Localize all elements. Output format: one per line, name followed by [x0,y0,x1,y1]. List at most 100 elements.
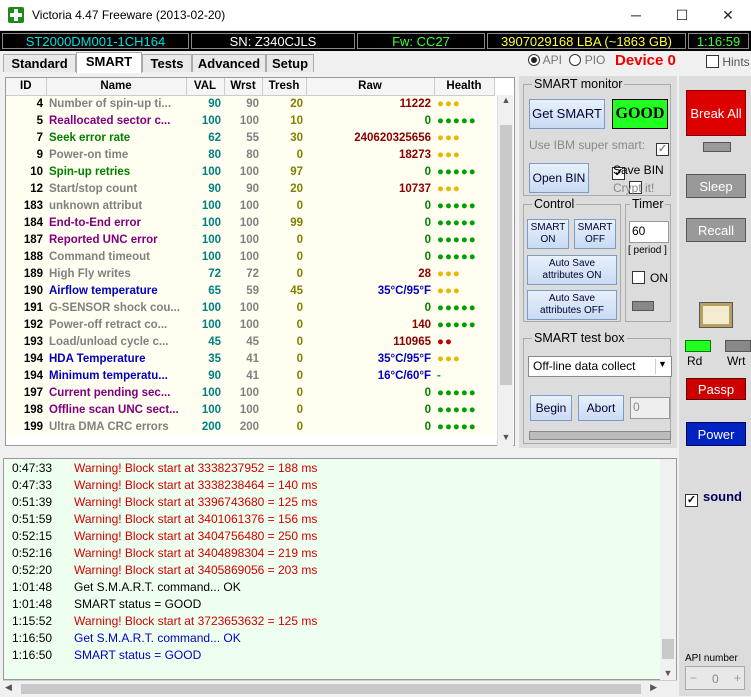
row-tresh: 0 [262,384,306,401]
table-row[interactable]: 194 Minimum temperatu... 90 41 0 16°C/60°F - [6,367,494,384]
row-tresh: 0 [262,350,306,367]
table-row[interactable]: 198 Offline scan UNC sect... 100 100 0 0 ●●●●● [6,401,494,418]
control-group: Control SMART ON SMART OFF Auto Save att… [523,197,621,322]
table-row[interactable]: 197 Current pending sec... 100 100 0 0 ●●●●● [6,384,494,401]
abort-button[interactable]: Abort [578,395,624,421]
table-row[interactable]: 183 unknown attribut 100 100 0 0 ●●●●● [6,197,494,214]
hints-toggle[interactable]: Hints [706,55,750,69]
table-row[interactable]: 189 High Fly writes 72 72 0 28 ●●● [6,265,494,282]
row-tresh: 0 [262,197,306,214]
log-message: Warning! Block start at 3338237952 = 188… [74,461,318,475]
log-entry: 0:52:16 Warning! Block start at 340489830… [12,546,317,563]
test-type-select[interactable]: Off-line data collect ▼ [528,356,672,377]
table-row[interactable]: 192 Power-off retract co... 100 100 0 140 ●●●●… [6,316,494,333]
row-tresh: 20 [262,180,306,197]
log-time: 1:16:50 [12,648,53,662]
smart-off-button[interactable]: SMART OFF [574,219,616,249]
close-button[interactable]: ✕ [705,0,751,31]
window-title: Victoria 4.47 Freeware (2013-02-20) [32,8,226,22]
api-number-stepper[interactable]: − 0 + [685,666,745,690]
table-row[interactable]: 194 HDA Temperature 35 41 0 35°C/95°F ●●● [6,350,494,367]
row-raw: 240620325656 [306,129,434,146]
row-name: Power-off retract co... [46,316,186,333]
timer-on-checkbox[interactable] [632,271,645,284]
table-row[interactable]: 187 Reported UNC error 100 100 0 0 ●●●●● [6,231,494,248]
tab-standard[interactable]: Standard [3,54,76,72]
col-name[interactable]: Name [46,78,187,96]
write-label: Wrt [727,354,746,368]
table-row[interactable]: 7 Seek error rate 62 55 30 240620325656 ●●● [6,129,494,146]
auto-save-on-button[interactable]: Auto Save attributes ON [527,255,617,285]
table-row[interactable]: 188 Command timeout 100 100 0 0 ●●●●● [6,248,494,265]
sound-checkbox[interactable]: ✓ [685,494,698,507]
row-wrst: 45 [224,333,262,350]
table-scrollbar[interactable]: ▲ ▼ [497,95,513,446]
col-tresh[interactable]: Tresh [262,78,307,96]
table-row[interactable]: 10 Spin-up retries 100 100 97 0 ●●●●● [6,163,494,180]
tab-advanced[interactable]: Advanced [192,54,266,72]
row-tresh: 20 [262,95,306,112]
table-row[interactable]: 193 Load/unload cycle c... 45 45 0 110965 ●● [6,333,494,350]
serial-field: SN: Z340CJLS [191,33,355,49]
hints-checkbox[interactable] [706,55,719,68]
sleep-button[interactable]: Sleep [686,174,746,198]
row-name: Current pending sec... [46,384,186,401]
log-scrollbar[interactable]: ▼ [660,459,676,680]
table-row[interactable]: 191 G-SENSOR shock cou... 100 100 0 0 ●●●●● [6,299,494,316]
power-button[interactable]: Power [686,422,746,446]
timer-period-input[interactable]: 60 [629,221,669,243]
col-raw[interactable]: Raw [306,78,435,96]
maximize-button[interactable]: ☐ [659,0,705,31]
log-time: 0:52:16 [12,546,53,560]
row-wrst: 90 [224,95,262,112]
table-row[interactable]: 12 Start/stop count 90 90 20 10737 ●●● [6,180,494,197]
table-row[interactable]: 190 Airflow temperature 65 59 45 35°C/95°F ●●● [6,282,494,299]
col-id[interactable]: ID [6,78,47,96]
tab-tests[interactable]: Tests [142,54,192,72]
pio-radio[interactable] [569,54,582,66]
auto-save-off-button[interactable]: Auto Save attributes OFF [527,290,617,320]
row-wrst: 100 [224,231,262,248]
plus-icon[interactable]: + [734,671,741,685]
row-health: ●●●●● [434,112,494,129]
chevron-down-icon[interactable]: ▼ [655,359,669,374]
row-wrst: 100 [224,214,262,231]
row-val: 100 [186,112,224,129]
col-wrst[interactable]: Wrst [224,78,263,96]
table-row[interactable]: 9 Power-on time 80 80 0 18273 ●●● [6,146,494,163]
row-wrst: 90 [224,180,262,197]
ibm-smart-checkbox[interactable]: ✓ [656,143,669,156]
row-name: Load/unload cycle c... [46,333,186,350]
get-smart-button[interactable]: Get SMART [529,99,605,129]
tab-smart[interactable]: SMART [76,52,142,73]
table-row[interactable]: 184 End-to-End error 100 100 99 0 ●●●●● [6,214,494,231]
minus-icon[interactable]: − [690,671,697,685]
row-health: ●●●●● [434,163,494,180]
log-time: 0:52:15 [12,529,53,543]
smart-monitor-group: SMART monitor Get SMART GOOD Use IBM sup… [523,77,671,196]
row-val: 100 [186,214,224,231]
control-label: Control [532,197,577,211]
row-health: ●●● [434,95,494,112]
tab-setup[interactable]: Setup [266,54,314,72]
recall-button[interactable]: Recall [686,218,746,242]
table-row[interactable]: 4 Number of spin-up ti... 90 90 20 11222 ●●● [6,95,494,112]
col-health[interactable]: Health [434,78,495,96]
minimize-button[interactable]: ─ [613,0,659,31]
row-name: Seek error rate [46,129,186,146]
log-entry: 1:01:48 Get S.M.A.R.T. command... OK [12,580,241,597]
table-row[interactable]: 199 Ultra DMA CRC errors 200 200 0 0 ●●●●● [6,418,494,435]
device-label[interactable]: Device 0 [615,52,676,69]
begin-button[interactable]: Begin [530,395,572,421]
break-all-button[interactable]: Break All [686,90,746,136]
passp-button[interactable]: Passp [686,378,746,400]
col-val[interactable]: VAL [186,78,225,96]
open-bin-button[interactable]: Open BIN [529,163,589,193]
row-val: 90 [186,367,224,384]
log-horizontal-scrollbar[interactable]: ◀ ▶ [3,680,677,696]
api-radio[interactable] [528,54,540,66]
test-count-input[interactable]: 0 [630,397,670,419]
smart-on-button[interactable]: SMART ON [527,219,569,249]
table-row[interactable]: 5 Reallocated sector c... 100 100 10 0 ●●●●● [6,112,494,129]
log-time: 0:47:33 [12,461,53,475]
